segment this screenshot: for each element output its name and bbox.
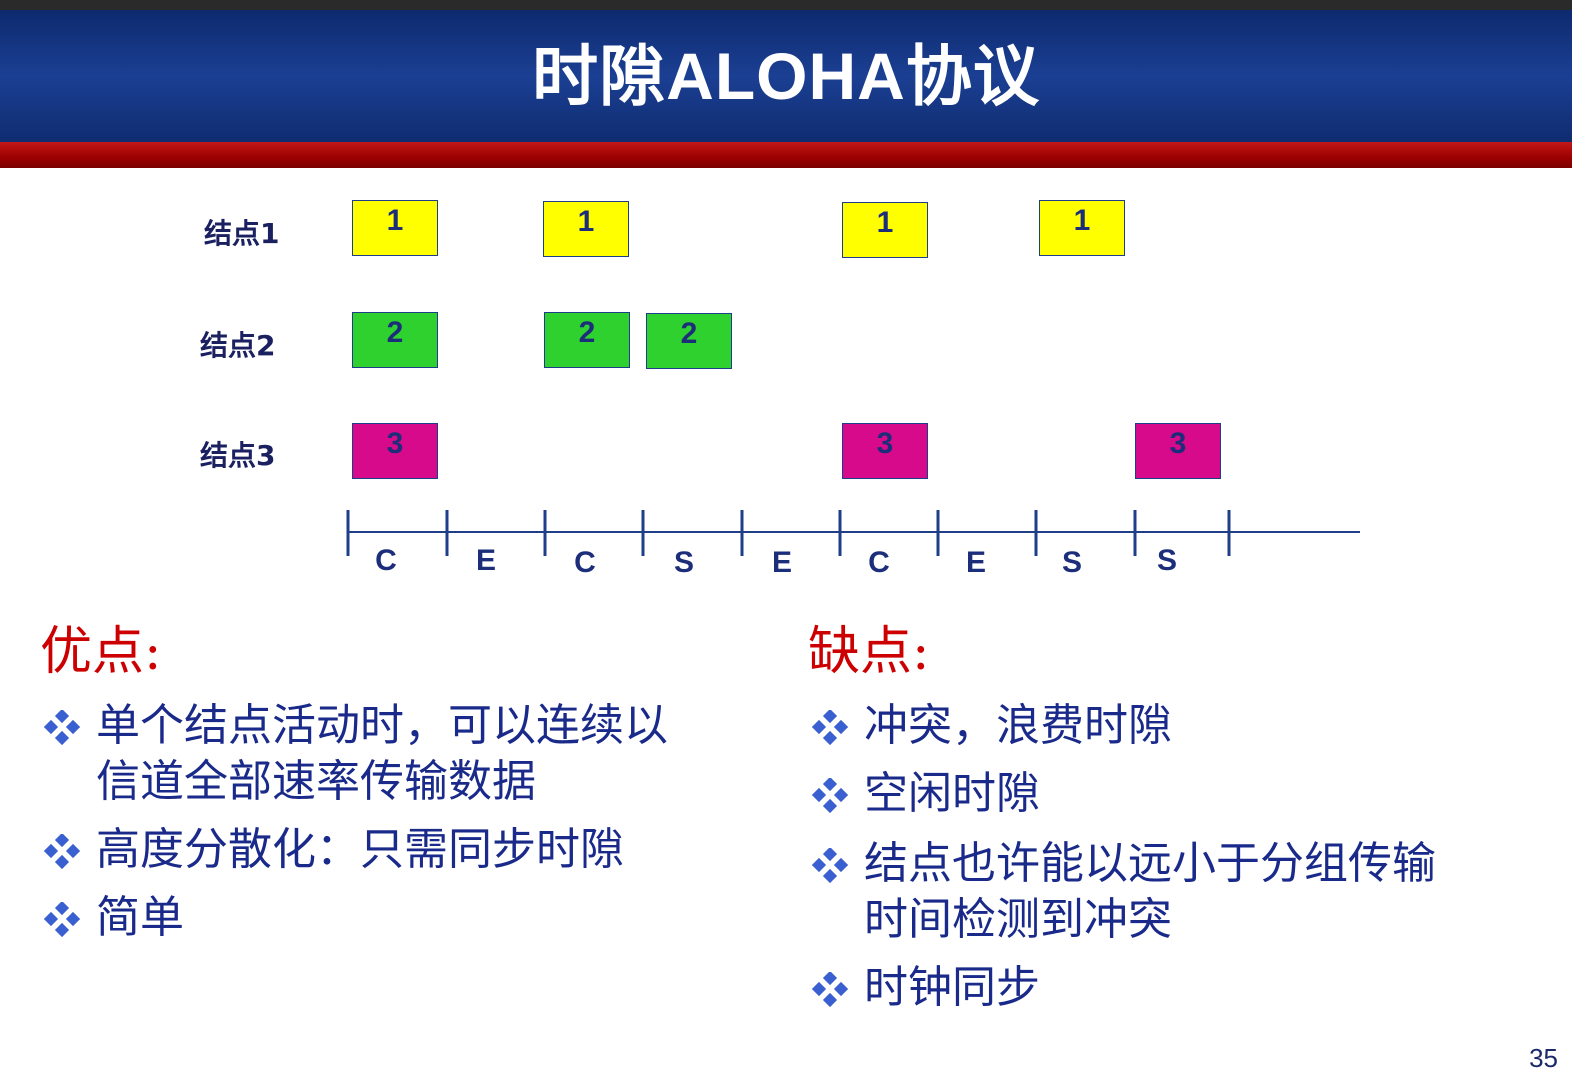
pros-item-line: 信道全部速率传输数据 (96, 756, 536, 807)
diamond-bullet-icon (812, 778, 848, 814)
slot-timeline: C E C S E C E S S (346, 510, 1360, 579)
diamond-bullet-icon (44, 834, 80, 870)
slot-outcome-label: C (868, 546, 890, 579)
node-2-slot: 2 (352, 312, 438, 368)
slot-outcome-label: C (574, 546, 596, 579)
diamond-bullet-icon (44, 710, 80, 746)
node-3-label: 结点3 (200, 439, 276, 472)
cons-item-line: 冲突，浪费时隙 (864, 700, 1172, 751)
node-1-slot: 1 (352, 200, 438, 256)
diamond-bullet-icon (44, 902, 80, 938)
node-1-label: 结点1 (204, 217, 280, 250)
slot-outcome-label: E (476, 544, 496, 577)
slot-outcome-label: S (1062, 546, 1082, 579)
slot-outcome-label: S (1157, 544, 1177, 577)
node-3-slot: 3 (842, 423, 928, 479)
top-dark-strip (0, 0, 1572, 10)
slide-title: 时隙ALOHA协议 (532, 39, 1040, 113)
cons-item-line: 时钟同步 (864, 962, 1040, 1013)
diamond-bullet-icon (812, 972, 848, 1008)
diamond-bullet-icon (812, 848, 848, 884)
node-3-slot: 3 (352, 423, 438, 479)
node-2-slot: 2 (646, 313, 732, 369)
slot-outcome-label: C (375, 544, 397, 577)
page-number: 35 (1529, 1043, 1558, 1073)
slot-outcome-label: S (674, 546, 694, 579)
node-2-label: 结点2 (200, 329, 276, 362)
pros-item-line: 简单 (96, 892, 184, 943)
pros-item-line: 单个结点活动时，可以连续以 (96, 700, 668, 751)
node-1-slot: 1 (1039, 200, 1125, 256)
cons-item-line: 时间检测到冲突 (864, 894, 1172, 945)
node-2-slot: 2 (544, 312, 630, 368)
pros-heading: 优点: (40, 622, 162, 682)
slot-outcome-label: E (966, 546, 986, 579)
slot-outcome-label: E (772, 546, 792, 579)
cons-item-line: 结点也许能以远小于分组传输 (864, 838, 1436, 889)
node-3-slot: 3 (1135, 423, 1221, 479)
cons-heading: 缺点: (808, 622, 930, 682)
cons-item-line: 空闲时隙 (864, 768, 1040, 819)
pros-item-line: 高度分散化：只需同步时隙 (96, 824, 624, 875)
node-1-slot: 1 (543, 201, 629, 257)
node-1-slot: 1 (842, 202, 928, 258)
red-accent-band (0, 142, 1572, 168)
diamond-bullet-icon (812, 710, 848, 746)
